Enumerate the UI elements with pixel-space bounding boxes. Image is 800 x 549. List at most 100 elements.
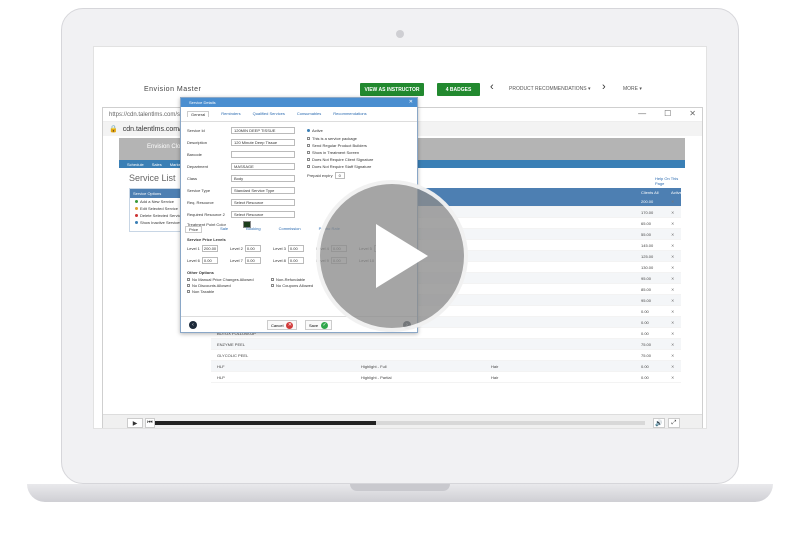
minimize-icon[interactable]: — xyxy=(638,109,646,118)
checkbox-icon xyxy=(187,290,190,293)
volume-icon[interactable]: 🔊 xyxy=(653,418,665,428)
service-type-select[interactable]: Standard Service Type xyxy=(231,187,295,194)
tab-general[interactable]: General xyxy=(187,111,210,117)
delete-row-icon[interactable]: ✕ xyxy=(671,320,674,325)
price-level-field[interactable]: 200.00 xyxy=(201,245,218,252)
cell-price: 95.00 xyxy=(641,275,652,281)
cancel-button[interactable]: Cancel ✕ xyxy=(267,320,298,330)
delete-row-icon[interactable]: ✕ xyxy=(671,375,674,380)
subtab-price[interactable]: Price xyxy=(185,226,203,233)
delete-row-icon[interactable]: ✕ xyxy=(671,364,674,369)
delete-row-icon[interactable]: ✕ xyxy=(671,243,674,248)
tab-recommendations[interactable]: Recommendations xyxy=(333,111,366,117)
delete-row-icon[interactable]: ✕ xyxy=(671,331,674,336)
progress-track[interactable] xyxy=(155,421,645,425)
delete-row-icon[interactable]: ✕ xyxy=(671,353,674,358)
price-level: Level 2 0.00 xyxy=(230,245,261,252)
col-header-price[interactable]: Clients All xyxy=(641,190,659,195)
barcode-label: Barcode xyxy=(187,152,202,157)
dialog-close-icon[interactable]: ✕ xyxy=(409,99,413,105)
check-label: Does Not Require Client Signature xyxy=(312,157,374,162)
service-type-label: Service Type xyxy=(187,188,211,193)
no-manual-price-check[interactable]: No Manual Price Changes Allowed xyxy=(187,277,254,282)
product-recommendations-link[interactable]: PRODUCT RECOMMENDATIONS ▾ xyxy=(509,86,591,92)
more-menu[interactable]: MORE ▾ xyxy=(623,86,642,92)
delete-row-icon[interactable]: ✕ xyxy=(671,199,674,204)
delete-row-icon[interactable]: ✕ xyxy=(671,221,674,226)
department-select[interactable]: MASSAGE xyxy=(231,163,295,170)
price-level-field[interactable]: 0.00 xyxy=(244,245,261,252)
price-level-field[interactable]: 0.00 xyxy=(244,257,261,264)
play-button[interactable] xyxy=(316,180,468,332)
delete-row-icon[interactable]: ✕ xyxy=(671,309,674,314)
table-row[interactable]: GLYCOLIC PEEL 75.00 ✕ xyxy=(211,350,681,361)
badges-button[interactable]: 4 BADGES xyxy=(437,83,480,96)
delete-row-icon[interactable]: ✕ xyxy=(671,287,674,292)
barcode-field[interactable] xyxy=(231,151,295,158)
req-resource2-select[interactable]: Select Resource xyxy=(231,211,295,218)
tab-reminders[interactable]: Reminders xyxy=(221,111,240,117)
client-signature-check[interactable]: Does Not Require Client Signature xyxy=(307,157,373,162)
play-icon xyxy=(376,224,428,288)
menu-item[interactable]: Sales xyxy=(152,162,162,167)
help-link[interactable]: Help On This Page xyxy=(655,176,685,186)
play-small-icon[interactable]: ▶ xyxy=(127,418,143,428)
staff-signature-check[interactable]: Does Not Require Staff Signature xyxy=(307,164,371,169)
delete-row-icon[interactable]: ✕ xyxy=(671,254,674,259)
price-level-field[interactable]: 0.00 xyxy=(287,257,304,264)
cell-price: 65.00 xyxy=(641,220,652,226)
prepaid-field[interactable]: 0 xyxy=(334,172,345,179)
description-field[interactable]: 120 Minute Deep Tissue xyxy=(231,139,295,146)
price-level-label: Level 1 xyxy=(187,246,200,251)
table-row[interactable]: HLF Highlight - Full Hair 0.00 ✕ xyxy=(211,361,681,372)
close-icon[interactable]: ✕ xyxy=(689,109,696,118)
table-row[interactable]: ENZYME PEEL 75.00 ✕ xyxy=(211,339,681,350)
cell-price: 0.00 xyxy=(641,363,649,369)
cell-name: ENZYME PEEL xyxy=(217,341,246,347)
rewind-icon[interactable]: ⏮ xyxy=(145,418,155,428)
delete-row-icon[interactable]: ✕ xyxy=(671,298,674,303)
view-as-instructor-button[interactable]: VIEW AS INSTRUCTOR xyxy=(360,83,424,96)
delete-row-icon[interactable]: ✕ xyxy=(671,276,674,281)
maximize-icon[interactable]: ☐ xyxy=(664,109,671,118)
delete-row-icon[interactable]: ✕ xyxy=(671,210,674,215)
cell-price: 145.00 xyxy=(641,242,654,248)
subtab-booking[interactable]: Booking xyxy=(246,226,260,233)
price-level-field[interactable]: 0.00 xyxy=(287,245,304,252)
tab-consumables[interactable]: Consumables xyxy=(297,111,321,117)
treatment-screen-check[interactable]: Show in Treatment Screen xyxy=(307,150,359,155)
table-row[interactable]: HLP Highlight - Partial Hair 0.00 ✕ xyxy=(211,372,681,383)
active-radio[interactable]: Active xyxy=(307,128,323,133)
cell-price: 75.00 xyxy=(641,341,652,347)
price-level-field[interactable]: 0.00 xyxy=(201,257,218,264)
builders-check[interactable]: Send Regular Product Builders xyxy=(307,143,367,148)
tab-qualified-services[interactable]: Qualified Services xyxy=(253,111,285,117)
non-refundable-check[interactable]: Non-Refundable xyxy=(271,277,305,282)
col-header-active[interactable]: Active xyxy=(671,190,682,195)
non-taxable-check[interactable]: Non Taxable xyxy=(187,289,214,294)
delete-row-icon[interactable]: ✕ xyxy=(671,265,674,270)
check-label: Send Regular Product Builders xyxy=(312,143,367,148)
no-discounts-check[interactable]: No Discounts Allowed xyxy=(187,283,231,288)
class-select[interactable]: Body xyxy=(231,175,295,182)
player-bar: ▶ ⏮ 🔊 ⤢ xyxy=(103,414,702,428)
fullscreen-icon[interactable]: ⤢ xyxy=(668,418,680,428)
prev-record-icon[interactable]: ‹ xyxy=(189,321,197,329)
delete-row-icon[interactable]: ✕ xyxy=(671,342,674,347)
service-id-field[interactable]: 120MIN DEEP TISSUE xyxy=(231,127,295,134)
no-coupons-check[interactable]: No Coupons Allowed xyxy=(271,283,313,288)
package-check[interactable]: This is a service package xyxy=(307,136,357,141)
menu-item[interactable]: Schedule xyxy=(127,162,144,167)
cell-price: 85.00 xyxy=(641,286,652,292)
price-level: Level 3 0.00 xyxy=(273,245,304,252)
cell-price: 130.00 xyxy=(641,264,654,270)
delete-row-icon[interactable]: ✕ xyxy=(671,232,674,237)
prev-arrow-icon[interactable]: ‹ xyxy=(490,81,494,93)
req-resource2-label: Required Resource 2 xyxy=(187,212,225,217)
subtab-commission[interactable]: Commission xyxy=(279,226,301,233)
req-resource-select[interactable]: Select Resource xyxy=(231,199,295,206)
save-button[interactable]: Save ✓ xyxy=(305,320,333,330)
subtab-sale[interactable]: Sale xyxy=(220,226,228,233)
next-arrow-icon[interactable]: › xyxy=(602,81,606,93)
cell-price: 0.00 xyxy=(641,330,649,336)
